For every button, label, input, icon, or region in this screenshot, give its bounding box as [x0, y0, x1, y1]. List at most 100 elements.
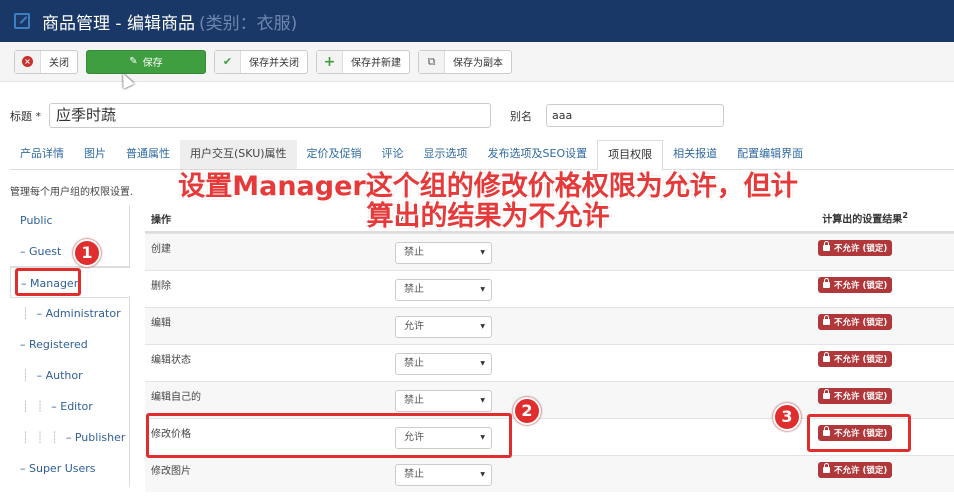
- table-row: 创建 禁止 不允许 (锁定): [145, 233, 954, 270]
- result-badge: 不允许 (锁定): [818, 462, 893, 478]
- result-badge: 不允许 (锁定): [818, 277, 893, 293]
- setting-select[interactable]: 禁止: [395, 279, 492, 301]
- result-text: 不允许 (锁定): [834, 392, 888, 402]
- setting-select[interactable]: 禁止: [395, 242, 492, 264]
- title-input[interactable]: 应季时蔬: [49, 103, 491, 128]
- save-copy-label: 保存为副本: [453, 58, 503, 69]
- result-text: 不允许 (锁定): [834, 318, 888, 328]
- save-new-label: 保存并新建: [351, 58, 401, 69]
- tab-related[interactable]: 相关报道: [663, 140, 727, 169]
- lock-icon: [823, 389, 830, 399]
- tab-sku-attributes[interactable]: 用户交互(SKU)属性: [180, 140, 297, 169]
- table-row: 修改图片 禁止 不允许 (锁定): [145, 455, 954, 492]
- result-text: 不允许 (锁定): [834, 355, 888, 365]
- page-title: 商品管理 - 编辑商品: [42, 13, 195, 34]
- group-list-border: [129, 296, 130, 486]
- result-badge: 不允许 (锁定): [818, 351, 893, 367]
- plus-icon: +: [323, 53, 336, 70]
- tab-permissions[interactable]: 项目权限: [597, 140, 664, 171]
- toolbar: × 关闭 ✎ 保存 ✔ 保存并关闭 + 保存并新建 ⧉ 保存为副本: [0, 42, 954, 82]
- annotation-text: 设置Manager这个组的修改价格权限为允许，但计 算出的结果为不允许: [148, 172, 828, 232]
- result-text: 不允许 (锁定): [834, 244, 888, 254]
- save-copy-button[interactable]: ⧉ 保存为副本: [418, 49, 512, 74]
- action-label: 编辑: [151, 318, 171, 329]
- title-label: 标题 *: [10, 109, 41, 123]
- save-close-label: 保存并关闭: [249, 58, 299, 69]
- group-public[interactable]: Public: [10, 205, 130, 236]
- alias-field-row: 别名 aaa: [510, 104, 724, 127]
- save-new-button[interactable]: + 保存并新建: [316, 49, 410, 74]
- lock-icon: [823, 278, 830, 288]
- tree-indent: ┊: [22, 369, 37, 382]
- result-text: 不允许 (锁定): [834, 281, 888, 291]
- user-group-list: Public – Guest – Manager ┊– Administrato…: [10, 205, 130, 484]
- alias-input[interactable]: aaa: [546, 104, 724, 127]
- save-label: 保存: [142, 58, 163, 69]
- action-label: 编辑状态: [151, 355, 191, 366]
- save-close-button[interactable]: ✔ 保存并关闭: [214, 49, 308, 74]
- tab-configure-editor[interactable]: 配置编辑界面: [727, 140, 813, 169]
- close-icon: ×: [22, 56, 33, 67]
- marker-2: 2: [513, 397, 541, 425]
- copy-icon: ⧉: [427, 54, 436, 68]
- group-publisher-label: – Publisher: [65, 431, 126, 444]
- table-row: 编辑状态 禁止 不允许 (锁定): [145, 344, 954, 381]
- highlight-modify-price-row: [146, 413, 512, 458]
- table-row: 删除 禁止 不允许 (锁定): [145, 270, 954, 307]
- tab-pricing[interactable]: 定价及促销: [297, 140, 372, 169]
- table-row: 编辑 允许 不允许 (锁定): [145, 307, 954, 344]
- group-guest[interactable]: – Guest: [10, 236, 130, 267]
- tab-common-attributes[interactable]: 普通属性: [116, 140, 180, 169]
- highlight-result: [807, 414, 911, 452]
- action-label: 修改图片: [151, 466, 191, 477]
- tab-images[interactable]: 图片: [74, 140, 116, 169]
- tab-product-details[interactable]: 产品详情: [10, 140, 74, 169]
- edit-icon: [14, 13, 30, 29]
- lock-icon: [823, 352, 830, 362]
- setting-select[interactable]: 禁止: [395, 390, 492, 412]
- title-field-row: 标题 * 应季时蔬: [10, 103, 491, 128]
- group-editor-label: – Editor: [51, 400, 93, 413]
- result-badge: 不允许 (锁定): [818, 388, 893, 404]
- permissions-description: 管理每个用户组的权限设置.: [10, 187, 134, 198]
- group-registered[interactable]: – Registered: [10, 329, 130, 360]
- marker-1: 1: [73, 239, 101, 267]
- group-administrator[interactable]: ┊– Administrator: [10, 298, 130, 329]
- lock-icon: [823, 315, 830, 325]
- highlight-manager: [15, 268, 81, 296]
- group-author[interactable]: ┊– Author: [10, 360, 130, 391]
- close-label: 关闭: [49, 58, 69, 69]
- page-subtitle: (类别：衣服): [198, 13, 298, 34]
- group-editor[interactable]: ┊┊– Editor: [10, 391, 130, 422]
- group-super-users[interactable]: – Super Users: [10, 453, 130, 484]
- setting-select[interactable]: 禁止: [395, 353, 492, 375]
- tree-indent: ┊: [22, 307, 37, 320]
- annotation-line-1: 设置Manager这个组的修改价格权限为允许，但计: [178, 171, 798, 202]
- tab-display-options[interactable]: 显示选项: [414, 140, 478, 169]
- lock-icon: [823, 463, 830, 473]
- save-button[interactable]: ✎ 保存: [86, 49, 206, 74]
- action-label: 删除: [151, 281, 171, 292]
- tab-bar: 产品详情 图片 普通属性 用户交互(SKU)属性 定价及促销 评论 显示选项 发…: [10, 140, 954, 171]
- result-badge: 不允许 (锁定): [818, 314, 893, 330]
- action-label: 编辑自己的: [151, 392, 201, 403]
- page-header: 商品管理 - 编辑商品 (类别：衣服): [0, 0, 954, 42]
- lock-icon: [823, 241, 830, 251]
- tree-indent: ┊┊┊: [22, 431, 66, 444]
- action-label: 创建: [151, 244, 171, 255]
- alias-label: 别名: [510, 109, 532, 123]
- tab-reviews[interactable]: 评论: [372, 140, 414, 169]
- close-button[interactable]: × 关闭: [14, 49, 78, 74]
- result-badge: 不允许 (锁定): [818, 240, 893, 256]
- setting-select[interactable]: 允许: [395, 316, 492, 338]
- edit-icon: ✎: [129, 56, 138, 67]
- tab-publish-seo[interactable]: 发布选项及SEO设置: [478, 140, 598, 169]
- col-calculated-sup: 2: [902, 210, 908, 221]
- group-publisher[interactable]: ┊┊┊– Publisher: [10, 422, 130, 453]
- result-text: 不允许 (锁定): [834, 466, 888, 476]
- group-author-label: – Author: [36, 369, 83, 382]
- marker-3: 3: [773, 403, 801, 431]
- col-calculated: 计算出的设置结果2: [822, 210, 908, 225]
- setting-select[interactable]: 禁止: [395, 464, 492, 486]
- group-administrator-label: – Administrator: [36, 307, 121, 320]
